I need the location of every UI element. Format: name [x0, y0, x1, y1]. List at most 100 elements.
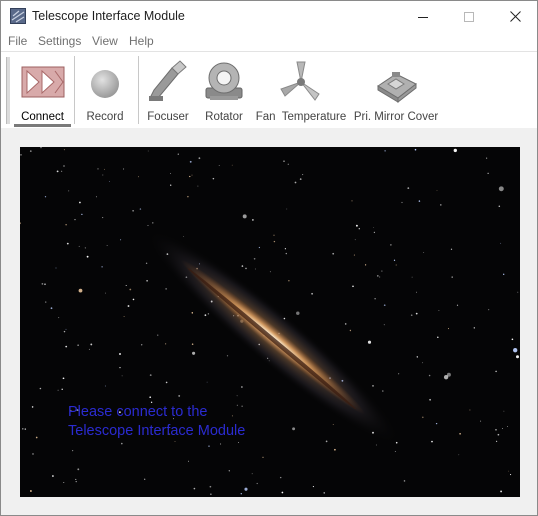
record-icon — [91, 70, 119, 98]
star — [63, 149, 65, 151]
star — [84, 247, 86, 249]
star — [50, 307, 53, 310]
star — [456, 304, 459, 306]
close-button[interactable] — [492, 1, 538, 32]
star — [511, 338, 514, 341]
star — [198, 157, 201, 160]
camera-view[interactable]: Please connect to the Telescope Interfac… — [20, 147, 520, 497]
star — [354, 239, 356, 241]
star — [206, 381, 208, 383]
star — [411, 276, 413, 278]
toolbar: Connect Record Focuser Rotator Fan Tempe… — [1, 51, 537, 129]
star — [503, 273, 505, 275]
star — [384, 150, 386, 152]
mirror-cover-button[interactable]: Pri. Mirror Cover — [351, 52, 441, 128]
maximize-button[interactable] — [446, 1, 492, 32]
star — [451, 276, 453, 278]
star — [39, 387, 42, 390]
star — [65, 345, 68, 348]
star — [288, 280, 290, 282]
mirror-cover-icon — [377, 72, 417, 104]
star — [352, 285, 354, 288]
fan-temperature-button[interactable]: Fan Temperature — [255, 52, 347, 128]
star — [75, 478, 77, 480]
galaxy-starfield-image — [20, 147, 519, 495]
star — [81, 213, 83, 216]
star — [41, 283, 44, 285]
star — [63, 481, 65, 483]
star — [209, 485, 212, 488]
star — [119, 367, 121, 369]
star — [393, 259, 396, 261]
star — [394, 450, 396, 452]
minimize-button[interactable] — [400, 1, 446, 32]
star — [351, 200, 353, 202]
star — [438, 309, 440, 311]
star — [61, 388, 63, 391]
star — [383, 324, 385, 326]
star — [435, 422, 438, 425]
star — [102, 174, 104, 176]
fan-temperature-label: Fan Temperature — [255, 111, 347, 123]
star — [149, 374, 152, 377]
star — [353, 254, 355, 256]
connect-button[interactable]: Connect — [14, 52, 71, 128]
star — [58, 317, 60, 319]
connection-message: Please connect to the Telescope Interfac… — [68, 403, 245, 441]
star — [204, 314, 207, 317]
star — [262, 456, 264, 458]
star — [376, 275, 379, 277]
star — [145, 262, 148, 265]
star — [187, 195, 189, 198]
star — [418, 200, 421, 202]
star — [177, 153, 179, 155]
star — [55, 267, 57, 269]
star — [245, 267, 247, 270]
star — [106, 245, 108, 246]
star — [517, 291, 519, 293]
star — [178, 394, 181, 397]
star — [516, 355, 519, 359]
focuser-button[interactable]: Focuser — [143, 52, 193, 128]
star — [332, 252, 335, 255]
star — [344, 323, 347, 325]
star — [65, 224, 67, 226]
toolbar-grip[interactable] — [6, 57, 11, 124]
star — [364, 264, 367, 266]
star — [74, 219, 76, 221]
star — [170, 172, 171, 174]
star — [149, 396, 152, 399]
star — [401, 201, 403, 204]
title-bar[interactable]: Telescope Interface Module — [1, 1, 537, 32]
star — [495, 370, 497, 373]
star — [284, 248, 286, 250]
star — [279, 476, 282, 479]
star — [231, 164, 233, 166]
star — [29, 490, 32, 492]
star — [129, 288, 132, 291]
star — [458, 454, 460, 456]
record-label: Record — [86, 111, 124, 123]
menu-settings[interactable]: Settings — [38, 34, 81, 48]
star — [22, 428, 24, 430]
rotator-button[interactable]: Rotator — [199, 52, 249, 128]
star — [104, 385, 106, 387]
star — [44, 283, 46, 286]
menu-file[interactable]: File — [8, 34, 27, 48]
menu-help[interactable]: Help — [129, 34, 154, 48]
star — [254, 268, 256, 270]
record-button[interactable]: Record — [79, 52, 131, 128]
star — [390, 244, 392, 246]
star — [299, 178, 302, 180]
star — [367, 340, 372, 344]
star — [498, 205, 501, 207]
star — [436, 190, 438, 191]
star — [139, 208, 142, 210]
star — [495, 429, 497, 431]
star — [56, 170, 59, 173]
star — [429, 398, 431, 401]
menu-view[interactable]: View — [92, 34, 118, 48]
telescope-app-icon — [10, 8, 26, 24]
star — [152, 222, 154, 224]
star — [210, 493, 212, 495]
